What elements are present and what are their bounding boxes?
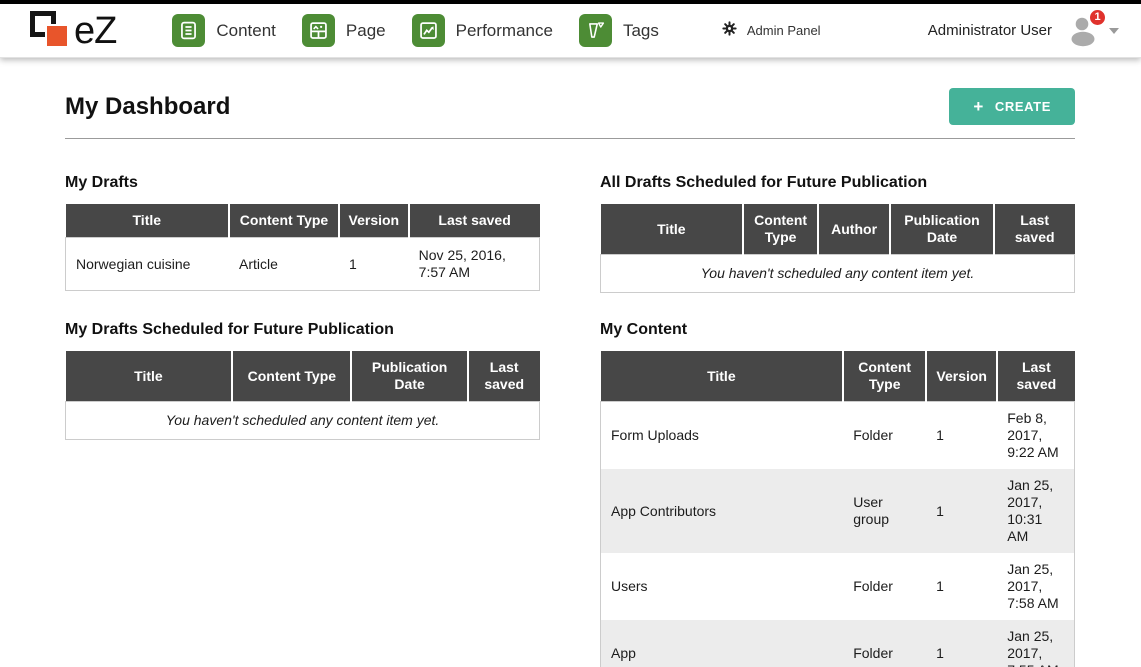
user-area: Administrator User 1 (928, 15, 1119, 47)
section-title: My Drafts (65, 174, 540, 192)
nav-item-page[interactable]: Page (302, 14, 386, 47)
nav-item-content[interactable]: Content (172, 14, 276, 47)
cell-content-type: Folder (843, 620, 926, 667)
cell-content-type: User group (843, 469, 926, 553)
my-drafts-section: My Drafts Title Content Type Version Las… (65, 174, 540, 291)
dashboard-page: My Dashboard + CREATE My Drafts Title Co… (0, 58, 1141, 667)
cell-version: 1 (926, 553, 997, 620)
column-header: Version (339, 204, 409, 238)
my-content-section: My Content Title Content Type Version La… (600, 321, 1075, 667)
column-header: Title (66, 204, 230, 238)
column-header: Publication Date (351, 351, 468, 402)
cell-last-saved: Jan 25, 2017, 7:55 AM (997, 620, 1074, 667)
performance-chart-icon (412, 14, 445, 47)
column-header: Last saved (468, 351, 540, 402)
column-header: Title (66, 351, 233, 402)
cell-title: App Contributors (601, 469, 844, 553)
nav-label: Tags (623, 21, 659, 41)
cell-last-saved: Feb 8, 2017, 9:22 AM (997, 402, 1074, 470)
nav-label: Content (216, 21, 276, 41)
my-drafts-scheduled-section: My Drafts Scheduled for Future Publicati… (65, 321, 540, 440)
section-title: My Drafts Scheduled for Future Publicati… (65, 321, 540, 339)
chevron-down-icon[interactable] (1109, 28, 1119, 34)
column-header: Content Type (229, 204, 339, 238)
user-name: Administrator User (928, 22, 1052, 39)
table-row[interactable]: Norwegian cuisine Article 1 Nov 25, 2016… (66, 238, 540, 291)
column-header: Title (601, 204, 744, 255)
section-title: All Drafts Scheduled for Future Publicat… (600, 174, 1075, 192)
empty-state-message: You haven't scheduled any content item y… (601, 255, 1075, 293)
column-header: Version (926, 351, 997, 402)
page-title: My Dashboard (65, 93, 230, 121)
cell-version: 1 (926, 620, 997, 667)
tags-icon (579, 14, 612, 47)
nav-label: Page (346, 21, 386, 41)
column-header: Content Type (843, 351, 926, 402)
nav-item-performance[interactable]: Performance (412, 14, 553, 47)
page-layout-icon (302, 14, 335, 47)
column-header: Content Type (743, 204, 818, 255)
cell-last-saved: Nov 25, 2016, 7:57 AM (409, 238, 540, 291)
empty-state-message: You haven't scheduled any content item y… (66, 402, 540, 440)
column-header: Content Type (232, 351, 351, 402)
column-header: Title (601, 351, 844, 402)
user-menu-button[interactable]: 1 (1066, 15, 1100, 47)
all-drafts-scheduled-section: All Drafts Scheduled for Future Publicat… (600, 174, 1075, 293)
create-button-label: CREATE (995, 99, 1051, 114)
my-drafts-table: Title Content Type Version Last saved No… (65, 204, 540, 291)
ez-logo-text: eZ (74, 12, 116, 50)
cell-version: 1 (926, 469, 997, 553)
cell-version: 1 (339, 238, 409, 291)
cell-version: 1 (926, 402, 997, 470)
ez-logo[interactable]: eZ (24, 9, 116, 53)
cell-title: App (601, 620, 844, 667)
cell-content-type: Folder (843, 402, 926, 470)
column-header: Last saved (409, 204, 540, 238)
all-drafts-scheduled-table: Title Content Type Author Publication Da… (600, 204, 1075, 293)
cell-title: Form Uploads (601, 402, 844, 470)
empty-state-row: You haven't scheduled any content item y… (66, 402, 540, 440)
nav-item-tags[interactable]: Tags (579, 14, 659, 47)
column-header: Author (818, 204, 890, 255)
column-header: Last saved (997, 351, 1074, 402)
section-title: My Content (600, 321, 1075, 339)
table-row[interactable]: App Contributors User group 1 Jan 25, 20… (601, 469, 1075, 553)
content-list-icon (172, 14, 205, 47)
cell-title: Users (601, 553, 844, 620)
ez-logo-icon (24, 9, 74, 53)
plus-icon: + (973, 100, 984, 113)
my-drafts-scheduled-table: Title Content Type Publication Date Last… (65, 351, 540, 440)
my-content-table: Title Content Type Version Last saved Fo… (600, 351, 1075, 667)
cell-last-saved: Jan 25, 2017, 7:58 AM (997, 553, 1074, 620)
column-header: Publication Date (890, 204, 994, 255)
cell-last-saved: Jan 25, 2017, 10:31 AM (997, 469, 1074, 553)
cell-title: Norwegian cuisine (66, 238, 230, 291)
admin-panel-button[interactable]: Admin Panel (721, 20, 821, 42)
topbar: eZ Content Page (0, 4, 1141, 58)
table-row[interactable]: Form Uploads Folder 1 Feb 8, 2017, 9:22 … (601, 402, 1075, 470)
admin-panel-label: Admin Panel (747, 23, 821, 38)
empty-state-row: You haven't scheduled any content item y… (601, 255, 1075, 293)
gear-icon (721, 20, 738, 42)
table-row[interactable]: App Folder 1 Jan 25, 2017, 7:55 AM (601, 620, 1075, 667)
column-header: Last saved (994, 204, 1075, 255)
divider (65, 138, 1075, 139)
notification-badge[interactable]: 1 (1088, 8, 1107, 27)
nav-label: Performance (456, 21, 553, 41)
cell-content-type: Folder (843, 553, 926, 620)
create-button[interactable]: + CREATE (949, 88, 1075, 125)
cell-content-type: Article (229, 238, 339, 291)
table-row[interactable]: Users Folder 1 Jan 25, 2017, 7:58 AM (601, 553, 1075, 620)
